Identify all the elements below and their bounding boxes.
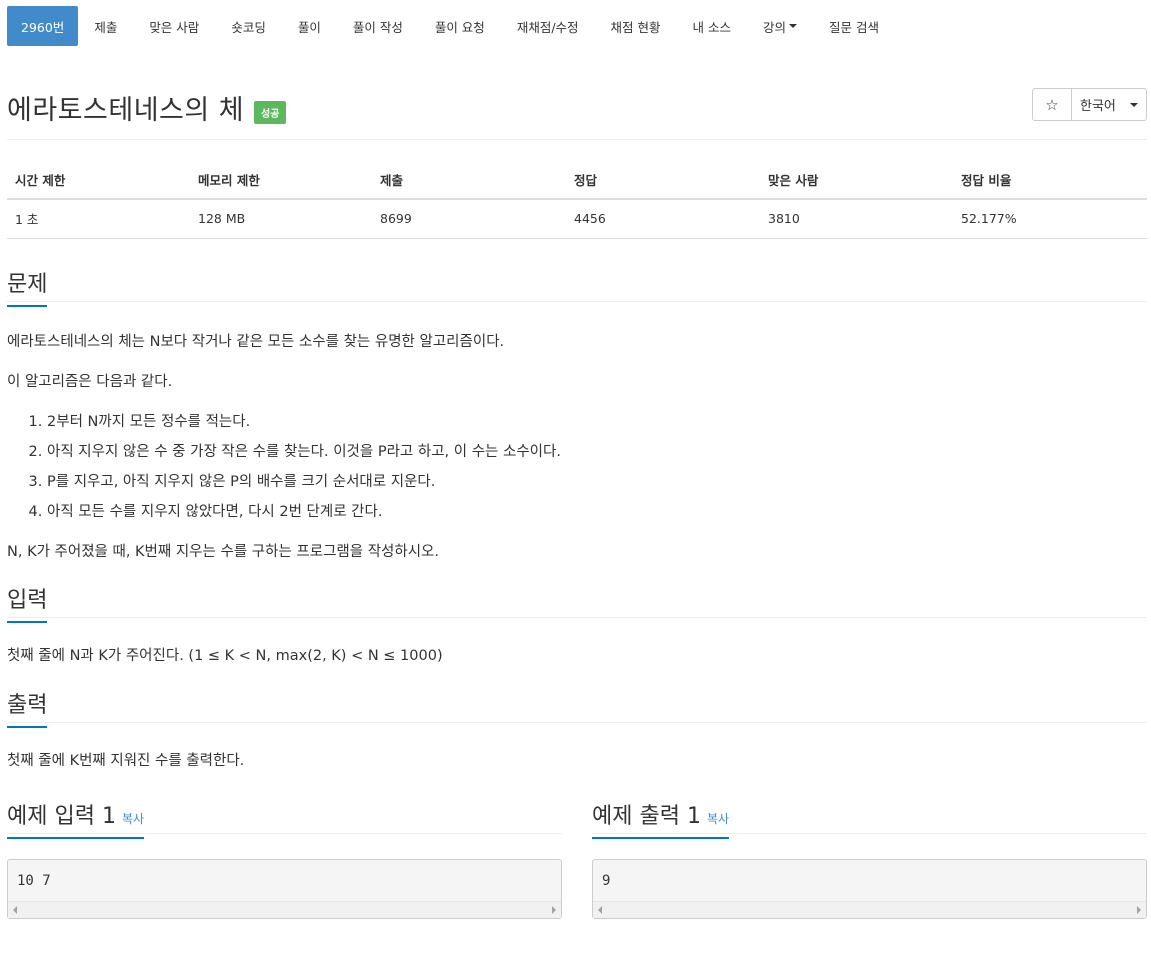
sample-input-title: 예제 입력 1 [7, 804, 116, 829]
cell-submissions: 8699 [372, 199, 566, 239]
horizontal-scrollbar[interactable] [593, 901, 1146, 918]
statement-heading-row: 문제 [7, 264, 1147, 307]
language-label: 한국어 [1080, 99, 1116, 114]
cell-accepted: 4456 [566, 199, 760, 239]
sample-output-heading-row: 예제 출력 1 복사 [592, 796, 1147, 839]
header-submissions: 제출 [372, 160, 566, 200]
status-badge: 성공 [254, 101, 287, 124]
tab-status[interactable]: 채점 현황 [595, 6, 677, 46]
header-time-limit: 시간 제한 [7, 160, 190, 200]
scroll-right-icon[interactable] [1137, 906, 1141, 914]
title-actions: ☆ 한국어 [1032, 88, 1147, 121]
list-item: 아직 모든 수를 지우지 않았다면, 다시 2번 단계로 간다. [47, 497, 1147, 527]
horizontal-scrollbar[interactable] [8, 901, 561, 918]
sample-input-value: 10 7 [17, 873, 51, 889]
input-description: 첫째 줄에 N과 K가 주어진다. (1 ≤ K < N, max(2, K) … [7, 648, 443, 664]
statement-question: N, K가 주어졌을 때, K번째 지우는 수를 구하는 프로그램을 작성하시오… [7, 544, 440, 560]
sample-output-box: 9 [592, 859, 1147, 919]
title-row: 에라토스테네스의 체 성공 ☆ 한국어 [7, 46, 1147, 140]
tab-my-source[interactable]: 내 소스 [677, 6, 747, 46]
scroll-left-icon[interactable] [13, 906, 17, 914]
cell-time-limit: 1 초 [7, 199, 190, 239]
statement-heading: 문제 [7, 266, 48, 307]
tab-write-solution[interactable]: 풀이 작성 [337, 6, 419, 46]
tab-question-search[interactable]: 질문 검색 [813, 6, 895, 46]
tab-lecture-label: 강의 [763, 19, 787, 35]
list-item: 2부터 N까지 모든 정수를 적는다. [47, 407, 1147, 437]
caret-down-icon [789, 24, 798, 28]
sample-input-heading: 예제 입력 1 복사 [7, 798, 145, 839]
sample-output-column: 예제 출력 1 복사 9 [592, 777, 1147, 919]
language-dropdown[interactable]: 한국어 [1072, 88, 1147, 121]
problem-page: 2960번 제출 맞은 사람 숏코딩 풀이 풀이 작성 풀이 요청 재채점/수정… [0, 6, 1151, 957]
header-accepted-users: 맞은 사람 [760, 160, 953, 200]
input-heading-row: 입력 [7, 580, 1147, 623]
samples-row: 예제 입력 1 복사 10 7 예제 출력 1 복사 9 [7, 777, 1147, 919]
scroll-left-icon[interactable] [598, 906, 602, 914]
tab-solutions[interactable]: 풀이 [282, 6, 337, 46]
sample-output-value: 9 [602, 873, 611, 889]
tab-problem-number[interactable]: 2960번 [7, 6, 79, 46]
scroll-right-icon[interactable] [552, 906, 556, 914]
header-accept-ratio: 정답 비율 [953, 160, 1147, 200]
caret-down-icon [1130, 102, 1138, 107]
output-heading: 출력 [7, 687, 48, 728]
output-heading-row: 출력 [7, 685, 1147, 728]
sample-input-heading-row: 예제 입력 1 복사 [7, 796, 562, 839]
table-row: 1 초 128 MB 8699 4456 3810 52.177% [7, 199, 1147, 239]
table-header-row: 시간 제한 메모리 제한 제출 정답 맞은 사람 정답 비율 [7, 160, 1147, 200]
copy-input-button[interactable]: 복사 [122, 812, 144, 826]
copy-output-button[interactable]: 복사 [707, 812, 729, 826]
problem-info-table: 시간 제한 메모리 제한 제출 정답 맞은 사람 정답 비율 1 초 128 M… [7, 160, 1147, 239]
tab-short-coding[interactable]: 숏코딩 [215, 6, 282, 46]
sample-input-box: 10 7 [7, 859, 562, 919]
favorite-star-button[interactable]: ☆ [1032, 88, 1072, 121]
cell-accept-ratio: 52.177% [953, 199, 1147, 239]
header-accepted: 정답 [566, 160, 760, 200]
tab-rejudge[interactable]: 재채점/수정 [501, 6, 595, 46]
tab-request-solution[interactable]: 풀이 요청 [419, 6, 501, 46]
tab-submit[interactable]: 제출 [78, 6, 133, 46]
cell-accepted-users: 3810 [760, 199, 953, 239]
input-heading: 입력 [7, 582, 48, 623]
star-icon: ☆ [1045, 95, 1059, 114]
list-item: P를 지우고, 아직 지우지 않은 P의 배수를 크기 순서대로 지운다. [47, 467, 1147, 497]
sample-output-heading: 예제 출력 1 복사 [592, 798, 730, 839]
header-memory-limit: 메모리 제한 [190, 160, 372, 200]
tab-accepted-users[interactable]: 맞은 사람 [133, 6, 215, 46]
sample-input-column: 예제 입력 1 복사 10 7 [7, 777, 562, 919]
output-description: 첫째 줄에 K번째 지워진 수를 출력한다. [7, 753, 245, 769]
list-item: 아직 지우지 않은 수 중 가장 작은 수를 찾는다. 이것을 P라고 하고, … [47, 437, 1147, 467]
problem-title: 에라토스테네스의 체 [7, 95, 245, 126]
cell-memory-limit: 128 MB [190, 199, 372, 239]
statement-algo-intro: 이 알고리즘은 다음과 같다. [7, 374, 173, 390]
statement-intro: 에라토스테네스의 체는 N보다 작거나 같은 모든 소수를 찾는 유명한 알고리… [7, 334, 505, 350]
algorithm-steps: 2부터 N까지 모든 정수를 적는다. 아직 지우지 않은 수 중 가장 작은 … [30, 407, 1147, 527]
problem-menu: 2960번 제출 맞은 사람 숏코딩 풀이 풀이 작성 풀이 요청 재채점/수정… [7, 6, 1147, 46]
tab-lecture-dropdown[interactable]: 강의 [747, 6, 813, 46]
sample-output-title: 예제 출력 1 [592, 804, 701, 829]
